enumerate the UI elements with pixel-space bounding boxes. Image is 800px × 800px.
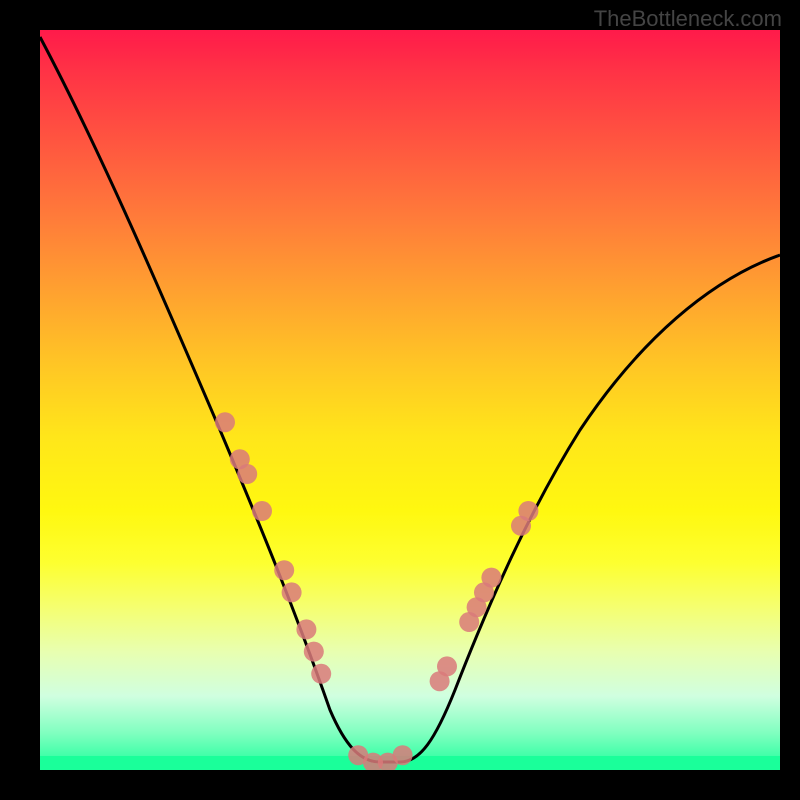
curve-marker-dot bbox=[304, 642, 324, 662]
curve-marker-dot bbox=[215, 412, 235, 432]
bottleneck-curve-line bbox=[40, 37, 780, 762]
curve-marker-dot bbox=[393, 745, 413, 765]
curve-marker-dot bbox=[437, 656, 457, 676]
chart-svg bbox=[40, 30, 780, 770]
curve-marker-dot bbox=[296, 619, 316, 639]
chart-plot-area bbox=[40, 30, 780, 770]
curve-marker-dot bbox=[481, 568, 501, 588]
curve-marker-dot bbox=[237, 464, 257, 484]
curve-marker-dot bbox=[518, 501, 538, 521]
curve-marker-dot bbox=[311, 664, 331, 684]
watermark-text: TheBottleneck.com bbox=[594, 6, 782, 32]
curve-marker-dot bbox=[282, 582, 302, 602]
curve-marker-dot bbox=[252, 501, 272, 521]
curve-markers bbox=[215, 412, 538, 770]
curve-marker-dot bbox=[274, 560, 294, 580]
